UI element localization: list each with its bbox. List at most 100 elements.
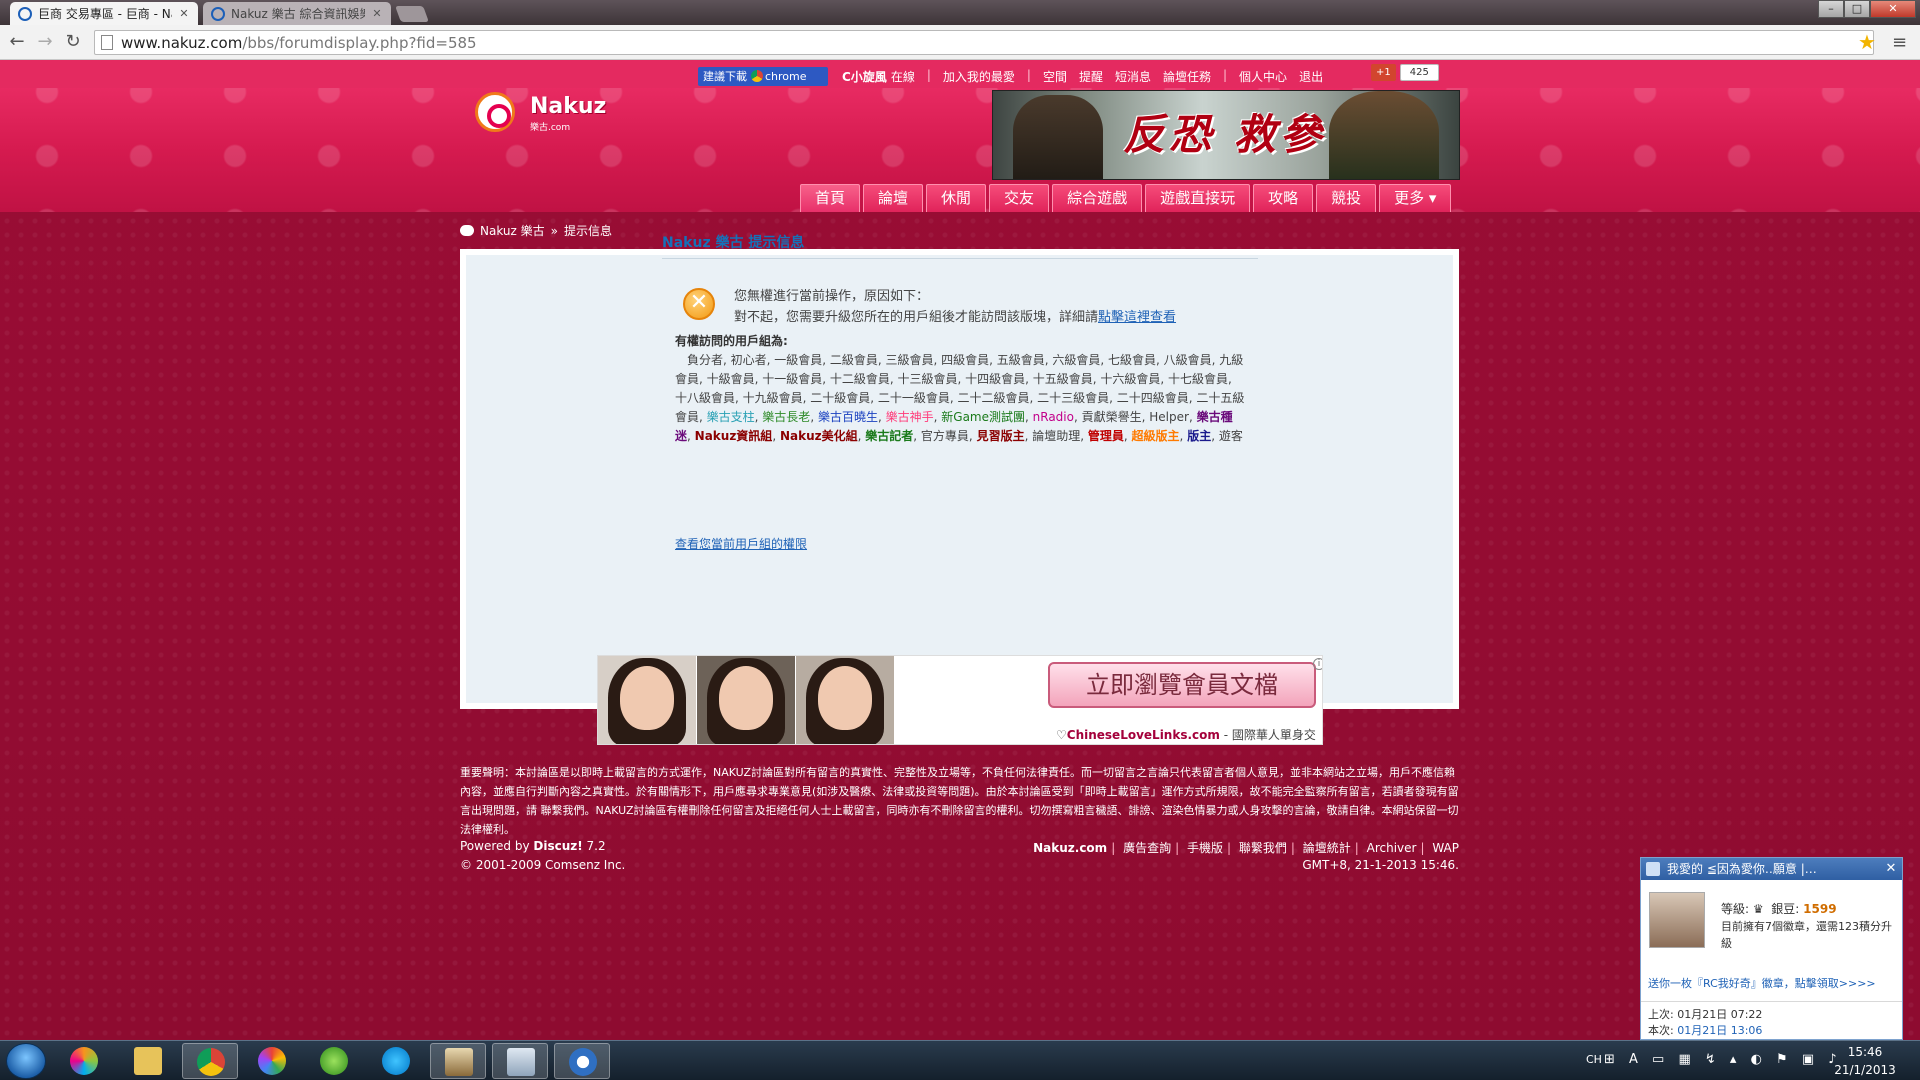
nav-forum[interactable]: 論壇 — [863, 184, 924, 212]
language-indicator[interactable]: CH — [1586, 1053, 1602, 1066]
footer-link-stats[interactable]: 論壇統計 — [1303, 841, 1351, 855]
footer-link-home[interactable]: Nakuz.com — [1033, 841, 1107, 855]
space-link[interactable]: 空間 — [1043, 68, 1067, 85]
page-icon — [101, 35, 113, 50]
clock-time[interactable]: 15:46 — [1820, 1045, 1910, 1059]
nav-social[interactable]: 交友 — [989, 184, 1050, 212]
window-maximize-button[interactable]: □ — [1844, 0, 1870, 18]
nav-leisure[interactable]: 休閒 — [926, 184, 987, 212]
reload-icon[interactable]: ↻ — [62, 32, 84, 54]
tasks-link[interactable]: 論壇任務 — [1163, 68, 1211, 85]
groups-colored: 樂古支柱, 樂古長老, 樂古百曉生, 樂古神手, 新Game測試團, nRadi… — [675, 410, 1243, 443]
allowed-groups-list: 負分者, 初心者, 一級會員, 二級會員, 三級會員, 四級會員, 五級會員, … — [675, 351, 1245, 446]
profile-link[interactable]: 個人中心 — [1239, 68, 1287, 85]
user-level: 等級: ♛ 銀豆: 1599 — [1721, 902, 1837, 916]
dating-advertisement[interactable]: 立即瀏覽會員文檔 i ♡ChineseLoveLinks.com - 國際華人單… — [597, 655, 1323, 745]
soldier-image — [1329, 91, 1439, 179]
error-reason-text: 對不起，您需要升級您所在的用戶組後才能訪問該版塊，詳細請點擊這裡查看 — [734, 310, 1177, 325]
banner-title: 反恐 救參 — [1123, 110, 1326, 159]
browser-menu-icon[interactable]: ≡ — [1892, 32, 1907, 53]
app-icon — [70, 1047, 98, 1075]
user-group: 管理員 — [1087, 429, 1124, 443]
nav-games[interactable]: 綜合遊戲 — [1052, 184, 1143, 212]
notification-icon — [1646, 862, 1660, 876]
nav-more[interactable]: 更多 ▾ — [1379, 184, 1452, 212]
avatar[interactable] — [1649, 892, 1705, 948]
tab-active[interactable]: 巨商 交易專區 - 巨商 - Na ✕ — [10, 2, 198, 25]
tab-inactive[interactable]: Nakuz 樂古 綜合資訊娛樂 ✕ — [203, 2, 391, 25]
footer-link-contact[interactable]: 聯繫我們 — [1239, 841, 1287, 855]
user-group: 遊客 — [1218, 429, 1243, 443]
taskbar-app-picasa[interactable] — [244, 1043, 300, 1079]
user-group: 見習版主 — [976, 429, 1025, 443]
discuz-link[interactable]: Discuz! — [533, 839, 582, 853]
footer-link-archiver[interactable]: Archiver — [1367, 841, 1417, 855]
google-plus-widget[interactable]: +1 425 — [1371, 64, 1439, 81]
remind-link[interactable]: 提醒 — [1079, 68, 1103, 85]
clock-date[interactable]: 21/1/2013 — [1820, 1063, 1910, 1077]
forward-arrow-icon[interactable]: → — [34, 32, 56, 54]
nav-guides[interactable]: 攻略 — [1253, 184, 1314, 212]
click-here-link[interactable]: 點擊這裡查看 — [1098, 310, 1176, 325]
model-photo — [598, 656, 696, 744]
separator: | — [1026, 68, 1031, 82]
app-icon — [445, 1048, 473, 1076]
chrome-download-promo[interactable]: 建議下載 chrome — [698, 67, 828, 86]
nav-auction[interactable]: 競投 — [1316, 184, 1377, 212]
window-close-button[interactable]: ✕ — [1870, 0, 1916, 18]
username-link[interactable]: C小旋風 — [842, 68, 887, 85]
user-group: 論壇助理 — [1032, 429, 1081, 443]
app-icon — [569, 1048, 597, 1076]
taskbar-app-calculator[interactable] — [492, 1043, 548, 1079]
messages-link[interactable]: 短消息 — [1115, 68, 1151, 85]
calculator-icon — [507, 1048, 535, 1076]
close-icon[interactable]: ✕ — [1880, 858, 1902, 880]
nav-home[interactable]: 首頁 — [800, 184, 861, 212]
taskbar-app-browser[interactable] — [554, 1043, 610, 1079]
ad-brand: ♡ChineseLoveLinks.com - 國際華人單身交友 — [1056, 728, 1316, 742]
ad-info-icon[interactable]: i — [1313, 658, 1322, 670]
taskbar-app-updater[interactable] — [306, 1043, 362, 1079]
breadcrumb: Nakuz 樂古 » 提示信息 — [460, 222, 612, 239]
google-plus-count: 425 — [1399, 64, 1439, 81]
breadcrumb-site[interactable]: Nakuz 樂古 — [480, 222, 545, 239]
banner-advertisement[interactable]: 反恐 救參 — [992, 90, 1460, 180]
taskbar-app-chrome[interactable] — [182, 1043, 238, 1079]
new-tab-button[interactable] — [395, 6, 429, 22]
taskbar-app-skype[interactable] — [368, 1043, 424, 1079]
footer-link-ads[interactable]: 廣告查詢 — [1123, 841, 1171, 855]
user-group: 官方專員 — [920, 429, 969, 443]
taskbar-app-explorer[interactable] — [120, 1043, 176, 1079]
ad-browse-button[interactable]: 立即瀏覽會員文檔 — [1048, 662, 1316, 708]
allowed-groups-label: 有權訪問的用戶組為: — [675, 334, 788, 348]
window-minimize-button[interactable]: – — [1818, 0, 1844, 18]
back-arrow-icon[interactable]: ← — [6, 32, 28, 54]
user-group: 樂古支柱 — [706, 410, 755, 424]
legal-disclaimer: 重要聲明：本討論區是以即時上載留言的方式運作，NAKUZ討論區對所有留言的真實性… — [460, 766, 1459, 836]
google-plus-button[interactable]: +1 — [1371, 64, 1396, 81]
add-favorite-link[interactable]: 加入我的最愛 — [943, 68, 1015, 85]
taskbar-app-game[interactable] — [430, 1043, 486, 1079]
taskbar-app-media[interactable] — [56, 1043, 112, 1079]
start-button[interactable] — [6, 1043, 46, 1079]
tab-close-icon[interactable]: ✕ — [178, 7, 190, 20]
footer-link-mobile[interactable]: 手機版 — [1187, 841, 1223, 855]
bookmark-star-icon[interactable]: ★ — [1858, 30, 1876, 54]
system-tray: CH ⊞ A ▭ ▦ ↯ ▴ ◐ ⚑ ▣ ♪ 15:46 21/1/2013 — [1582, 1041, 1920, 1080]
logout-link[interactable]: 退出 — [1299, 68, 1323, 85]
coin-count: 1599 — [1803, 902, 1837, 916]
view-permissions-link[interactable]: 查看您當前用戶組的權限 — [675, 535, 807, 552]
nav-play-games[interactable]: 遊戲直接玩 — [1145, 184, 1251, 212]
tab-close-icon[interactable]: ✕ — [371, 7, 383, 20]
address-bar[interactable]: www.nakuz.com/bbs/forumdisplay.php?fid=5… — [94, 30, 1874, 55]
soldier-image — [1013, 95, 1103, 179]
server-time: GMT+8, 21-1-2013 15:46. — [1302, 858, 1459, 872]
online-status[interactable]: 在線 — [891, 68, 915, 85]
site-logo[interactable]: Nakuz 樂古.com — [470, 86, 606, 136]
claim-badge-link[interactable]: 送你一枚『RC我好奇』徽章，點擊領取>>>> — [1648, 975, 1876, 991]
site-header: 建議下載 chrome C小旋風 在線 | 加入我的最愛 | 空間 提醒 短消息 … — [0, 60, 1920, 212]
footer-link-wap[interactable]: WAP — [1432, 841, 1459, 855]
tray-icons[interactable]: ⊞ A ▭ ▦ ↯ ▴ ◐ ⚑ ▣ ♪ — [1604, 1052, 1842, 1067]
user-group: Nakuz美化組 — [779, 429, 858, 443]
breadcrumb-current: 提示信息 — [563, 224, 612, 238]
